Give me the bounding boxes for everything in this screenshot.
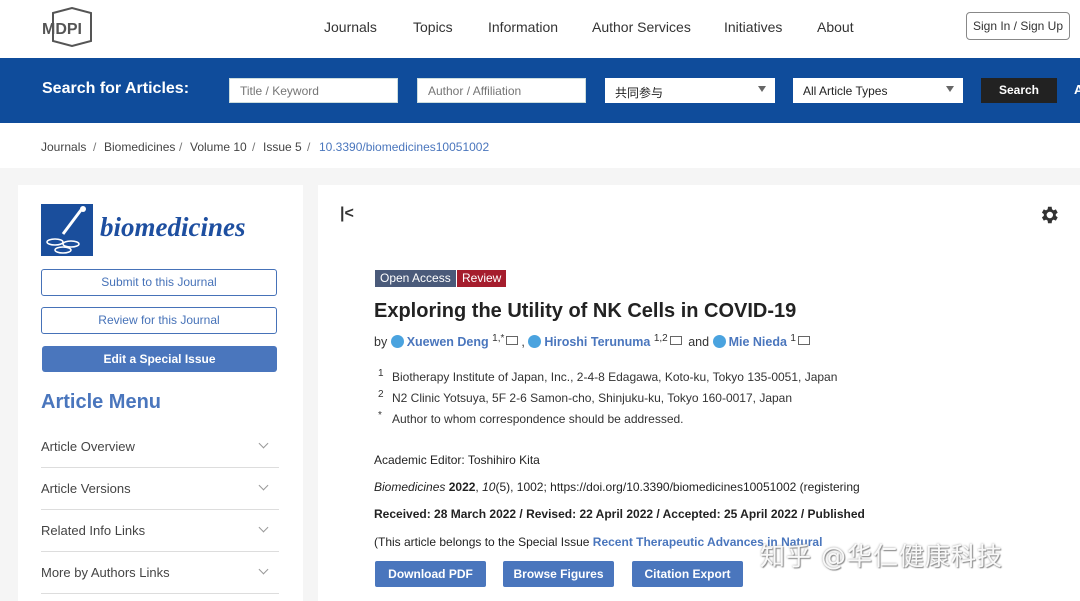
academic-editor: Academic Editor: Toshihiro Kita [374,453,540,467]
chevron-down-icon [258,564,269,575]
special-issue-note: (This article belongs to the Special Iss… [374,535,823,549]
mdpi-logo[interactable]: MDPI [41,7,103,47]
author-name[interactable]: Hiroshi Terunuma [544,335,650,349]
affiliation-2: 2 N2 Clinic Yotsuya, 5F 2-6 Samon-cho, Sh… [378,389,793,405]
author-affiliation-input[interactable] [417,78,586,103]
menu-article-overview[interactable]: Article Overview [41,425,279,468]
biomedicines-logo-icon[interactable] [41,204,93,256]
sign-in-button[interactable]: Sign In / Sign Up [966,12,1070,40]
breadcrumb-journals[interactable]: Journals [41,140,86,154]
dropdown-arrow-icon [946,86,954,92]
search-label: Search for Articles: [42,80,190,97]
author-list: by Xuewen Deng 1,*, Hiroshi Terunuma 1,2… [374,333,813,349]
open-access-badge: Open Access [375,270,456,287]
gear-icon[interactable] [1038,204,1060,226]
breadcrumb-volume[interactable]: Volume 10 [190,140,247,154]
review-journal-button[interactable]: Review for this Journal [41,307,277,334]
menu-article-versions[interactable]: Article Versions [41,467,279,510]
nav-information[interactable]: Information [488,19,558,35]
breadcrumb-issue[interactable]: Issue 5 [263,140,302,154]
dropdown-arrow-icon [758,86,766,92]
search-bar: Search for Articles: 共同参与 All Article Ty… [0,58,1080,123]
journal-name[interactable]: biomedicines [100,212,245,243]
breadcrumb-doi[interactable]: 10.3390/biomedicines10051002 [319,140,489,154]
browse-figures-button[interactable]: Browse Figures [503,561,614,587]
collapse-sidebar-icon[interactable]: |< [340,205,354,223]
nav-journals[interactable]: Journals [324,19,377,35]
journal-select[interactable]: 共同参与 [605,78,775,103]
title-keyword-input[interactable] [229,78,398,103]
chevron-down-icon [258,438,269,449]
sidebar: biomedicines Submit to this Journal Revi… [18,185,303,601]
menu-more-by-authors[interactable]: More by Authors Links [41,551,279,594]
download-pdf-button[interactable]: Download PDF [375,561,486,587]
breadcrumb: Journals / Biomedicines / Volume 10 / Is… [0,123,1080,168]
watermark: 知乎 @华仁健康科技 [760,542,1003,571]
citation-export-button[interactable]: Citation Export [632,561,743,587]
article-type-value: All Article Types [803,84,888,98]
affiliation-1: 1 Biotherapy Institute of Japan, Inc., 2-… [378,368,838,384]
menu-related-info-links[interactable]: Related Info Links [41,509,279,552]
author-name[interactable]: Mie Nieda [729,335,787,349]
search-button[interactable]: Search [981,78,1057,103]
breadcrumb-biomedicines[interactable]: Biomedicines [104,140,175,154]
article-title: Exploring the Utility of NK Cells in COV… [374,300,797,322]
user-icon [390,335,404,349]
chevron-down-icon [258,522,269,533]
user-icon [712,335,726,349]
submit-journal-button[interactable]: Submit to this Journal [41,269,277,296]
advanced-search-link[interactable]: A [1074,82,1080,97]
journal-select-value: 共同参与 [615,86,664,100]
email-icon[interactable] [669,336,682,346]
top-navbar: MDPI Journals Topics Information Author … [0,0,1080,58]
nav-initiatives[interactable]: Initiatives [724,19,782,35]
review-badge: Review [457,270,507,287]
nav-about[interactable]: About [817,19,854,35]
author-name[interactable]: Xuewen Deng [407,335,489,349]
email-icon[interactable] [506,336,519,346]
chevron-down-icon [258,480,269,491]
nav-topics[interactable]: Topics [413,19,453,35]
publication-dates: Received: 28 March 2022 / Revised: 22 Ap… [374,507,865,521]
edit-special-issue-button[interactable]: Edit a Special Issue [42,346,277,372]
nav-author-services[interactable]: Author Services [592,19,691,35]
email-icon[interactable] [797,336,810,346]
correspondence-note: * Author to whom correspondence should be… [378,410,684,426]
citation-line: Biomedicines 2022, 10(5), 1002; https://… [374,480,860,494]
article-menu-title: Article Menu [41,391,162,413]
article-type-select[interactable]: All Article Types [793,78,963,103]
svg-text:MDPI: MDPI [42,21,82,38]
user-icon [528,335,542,349]
